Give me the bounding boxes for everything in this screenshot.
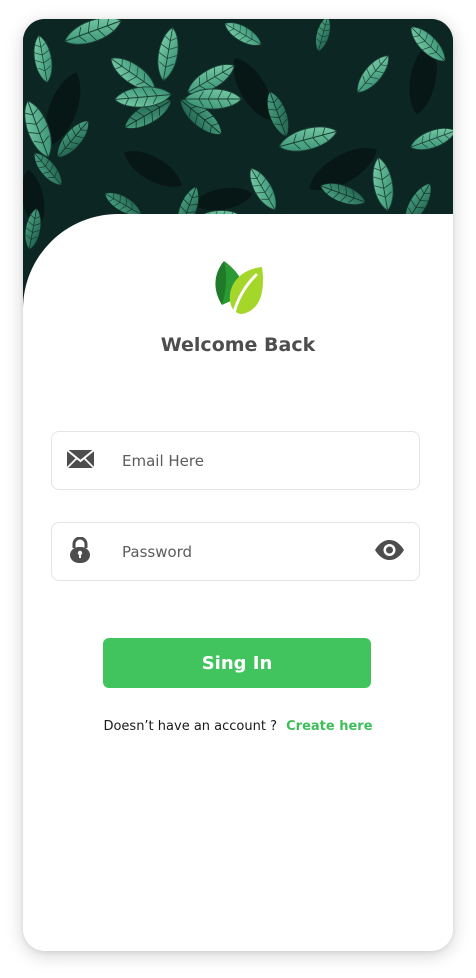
login-card: Welcome Back Email Here Sing In Doesn’t … xyxy=(23,19,453,951)
sign-in-button[interactable]: Sing In xyxy=(103,638,371,688)
email-field[interactable] xyxy=(51,431,420,490)
password-field[interactable] xyxy=(51,522,420,581)
leaf-logo-icon xyxy=(212,259,266,317)
welcome-title: Welcome Back xyxy=(160,334,316,356)
signup-prompt-text: Doesn’t have an account ? xyxy=(103,719,277,734)
create-account-link[interactable]: Create here xyxy=(286,719,372,734)
form-sheet xyxy=(23,214,453,951)
signup-prompt: Doesn’t have an account ? Create here xyxy=(23,719,453,734)
password-input[interactable] xyxy=(122,523,352,580)
email-input[interactable] xyxy=(122,432,352,489)
eye-icon[interactable] xyxy=(374,539,405,564)
lock-icon xyxy=(70,536,90,567)
envelope-icon xyxy=(66,448,95,473)
